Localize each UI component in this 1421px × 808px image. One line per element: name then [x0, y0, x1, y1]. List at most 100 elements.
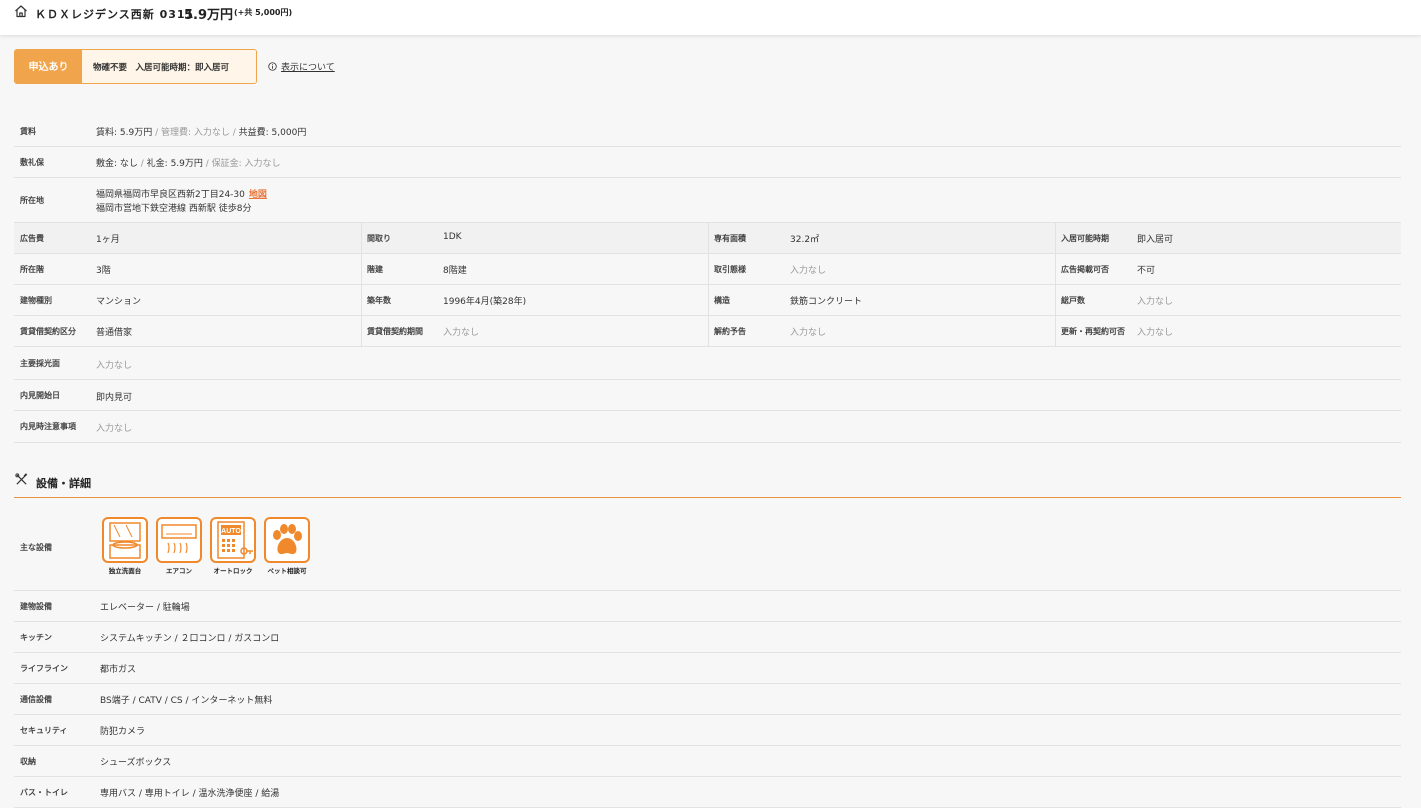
grid-row: 建物種別 マンション 築年数 1996年4月(築28年) 構造 鉄筋コンクリート 総戸数 入力… [14, 285, 1401, 316]
grid-cell-value: 3階 [96, 266, 111, 276]
grid-cell-label: 賃貸借契約区分 [20, 327, 76, 336]
column-divider [1055, 254, 1056, 284]
pet-paw-icon [264, 517, 310, 563]
grid-cell-label: 広告掲載可否 [1061, 265, 1109, 274]
equipment-detail-row: ライフライン 都市ガス [14, 653, 1401, 684]
grid-cell-value: 1DK [443, 232, 462, 242]
grid-cell-label: 建物種別 [20, 296, 52, 305]
equipment-detail-row: キッチン システムキッチン / ２口コンロ / ガスコンロ [14, 622, 1401, 653]
page-header: ＫＤＸレジデンス西新 0311 5.9万円 (+共 5,000円) [0, 0, 1421, 35]
column-divider [1055, 285, 1056, 315]
column-divider [361, 254, 362, 284]
rent-value: 賃料: 5.9万円 / 管理費: 入力なし / 共益費: 5,000円 [96, 128, 307, 138]
grid-cell-label: 入居可能時期 [1061, 234, 1109, 243]
grid-cell-value: 入力なし [790, 266, 827, 276]
equipment-section-title: 設備・詳細 [14, 470, 1401, 498]
home-icon[interactable] [14, 4, 28, 18]
grid-cell-label: 取引態様 [714, 265, 746, 274]
detail-value: 即内見可 [96, 392, 133, 403]
about-display-link[interactable]: 表示について [268, 60, 335, 73]
equipment-detail-row: 収納 シューズボックス [14, 746, 1401, 777]
grid-cell-label: 築年数 [367, 296, 391, 305]
equipment-detail-value: 防犯カメラ [100, 727, 146, 737]
column-divider [708, 254, 709, 284]
vanity-icon [102, 517, 148, 563]
column-divider [1055, 223, 1056, 253]
grid-cell-value: 鉄筋コンクリート [790, 297, 863, 307]
column-divider [1055, 316, 1056, 346]
grid-cell-label: 総戸数 [1061, 296, 1085, 305]
equipment-vanity-label: 独立洗面台 [108, 567, 142, 575]
detail-value: 入力なし [96, 361, 133, 371]
column-divider [708, 223, 709, 253]
location-row: 所在地 福岡県福岡市早良区西新2丁目24-30 地図 福岡市営地下鉄空港線 西新駅… [14, 178, 1401, 223]
grid-cell-value: 入力なし [1137, 328, 1174, 338]
deposit-row: 敷礼保 敷金: なし / 礼金: 5.9万円 / 保証金: 入力なし [14, 147, 1401, 178]
grid-cell-value: 入力なし [790, 328, 827, 338]
equipment-detail-value: エレベーター / 駐輪場 [100, 603, 190, 613]
grid-cell-label: 階建 [367, 265, 383, 274]
grid-cell-label: 構造 [714, 296, 730, 305]
grid-cell-value: 入力なし [443, 328, 480, 338]
column-divider [361, 316, 362, 346]
grid-cell-label: 間取り [367, 234, 391, 243]
auto-lock-icon: AUTO [210, 517, 256, 563]
grid-cell-value: 不可 [1137, 266, 1156, 276]
tools-icon [15, 473, 28, 485]
equipment-detail-row: 通信設備 BS端子 / CATV / CS / インターネット無料 [14, 684, 1401, 715]
equipment-detail-label: キッチン [20, 633, 52, 642]
grid-cell-label: 更新・再契約可否 [1061, 327, 1125, 336]
equipment-detail-label: ライフライン [20, 664, 68, 673]
equipment-detail-label: 収納 [20, 757, 36, 766]
detail-row: 内見時注意事項 入力なし [14, 411, 1401, 443]
equipment-detail-row: セキュリティ 防犯カメラ [14, 715, 1401, 746]
equipment-vanity: 独立洗面台 [100, 517, 150, 575]
grid-cell-value: マンション [96, 297, 142, 307]
equipment-detail-row: 建物設備 エレベーター / 駐輪場 [14, 591, 1401, 622]
equipment-detail-value: BS端子 / CATV / CS / インターネット無料 [100, 696, 273, 706]
grid-row: 所在階 3階 階建 8階建 取引態様 入力なし 広告掲載可否 不可 [14, 254, 1401, 285]
equipment-detail-value: シューズボックス [100, 758, 172, 768]
grid-cell-value: 8階建 [443, 266, 467, 276]
column-divider [708, 285, 709, 315]
property-price: 5.9万円 [184, 8, 234, 23]
grid-cell-label: 広告費 [20, 234, 44, 243]
grid-cell-label: 所在階 [20, 265, 44, 274]
deposit-value: 敷金: なし / 礼金: 5.9万円 / 保証金: 入力なし [96, 159, 281, 169]
rent-row: 賃料 賃料: 5.9万円 / 管理費: 入力なし / 共益費: 5,000円 [14, 116, 1401, 147]
grid-cell-label: 賃貸借契約期間 [367, 327, 423, 336]
equipment-detail-label: 建物設備 [20, 602, 52, 611]
column-divider [708, 316, 709, 346]
equipment-icons: 独立洗面台 エアコン AUTO オートロック ペット相談可 [100, 517, 312, 575]
equipment-title: 設備・詳細 [36, 477, 91, 490]
status-badge: 申込あり [15, 50, 82, 83]
grid-cell-value: 1996年4月(築28年) [443, 297, 527, 307]
equipment-auto-lock-label: オートロック [213, 567, 253, 575]
address: 福岡県福岡市早良区西新2丁目24-30 地図 [96, 190, 267, 200]
air-conditioner-icon [156, 517, 202, 563]
property-name: ＫＤＸレジデンス西新 0311 [35, 8, 195, 21]
detail-label: 内見開始日 [20, 390, 60, 400]
detail-row: 内見開始日 即内見可 [14, 380, 1401, 411]
status-box: 申込あり 物確不要 入居可能時期：即入居可 [14, 49, 257, 84]
status-description: 物確不要 入居可能時期：即入居可 [82, 50, 256, 83]
grid-cell-value: 入力なし [1137, 297, 1174, 307]
rent-label: 賃料 [20, 127, 36, 136]
grid-row: 広告費 1ヶ月 間取り 1DK 専有面積 32.2㎡ 入居可能時期 即入居可 [14, 223, 1401, 254]
detail-row: 主要採光面 入力なし [14, 348, 1401, 380]
equipment-air-conditioner: エアコン [154, 517, 204, 575]
equipment-detail-label: セキュリティ [20, 726, 68, 735]
equipment-detail-label: 通信設備 [20, 695, 52, 704]
equipment-air-conditioner-label: エアコン [166, 567, 192, 575]
station-access: 福岡市営地下鉄空港線 西新駅 徒歩8分 [96, 204, 252, 214]
map-link[interactable]: 地図 [249, 190, 267, 200]
detail-label: 内見時注意事項 [20, 422, 76, 431]
property-common-fee: (+共 5,000円) [234, 8, 293, 17]
equipment-pet-label: ペット相談可 [267, 567, 307, 575]
main-equipment-label: 主な設備 [20, 543, 52, 552]
equipment-detail-value: システムキッチン / ２口コンロ / ガスコンロ [100, 634, 280, 644]
grid-cell-value: 普通借家 [96, 328, 133, 338]
grid-cell-value: 32.2㎡ [790, 235, 820, 245]
grid-cell-value: 即入居可 [1137, 235, 1174, 245]
equipment-auto-lock: AUTO オートロック [208, 517, 258, 575]
